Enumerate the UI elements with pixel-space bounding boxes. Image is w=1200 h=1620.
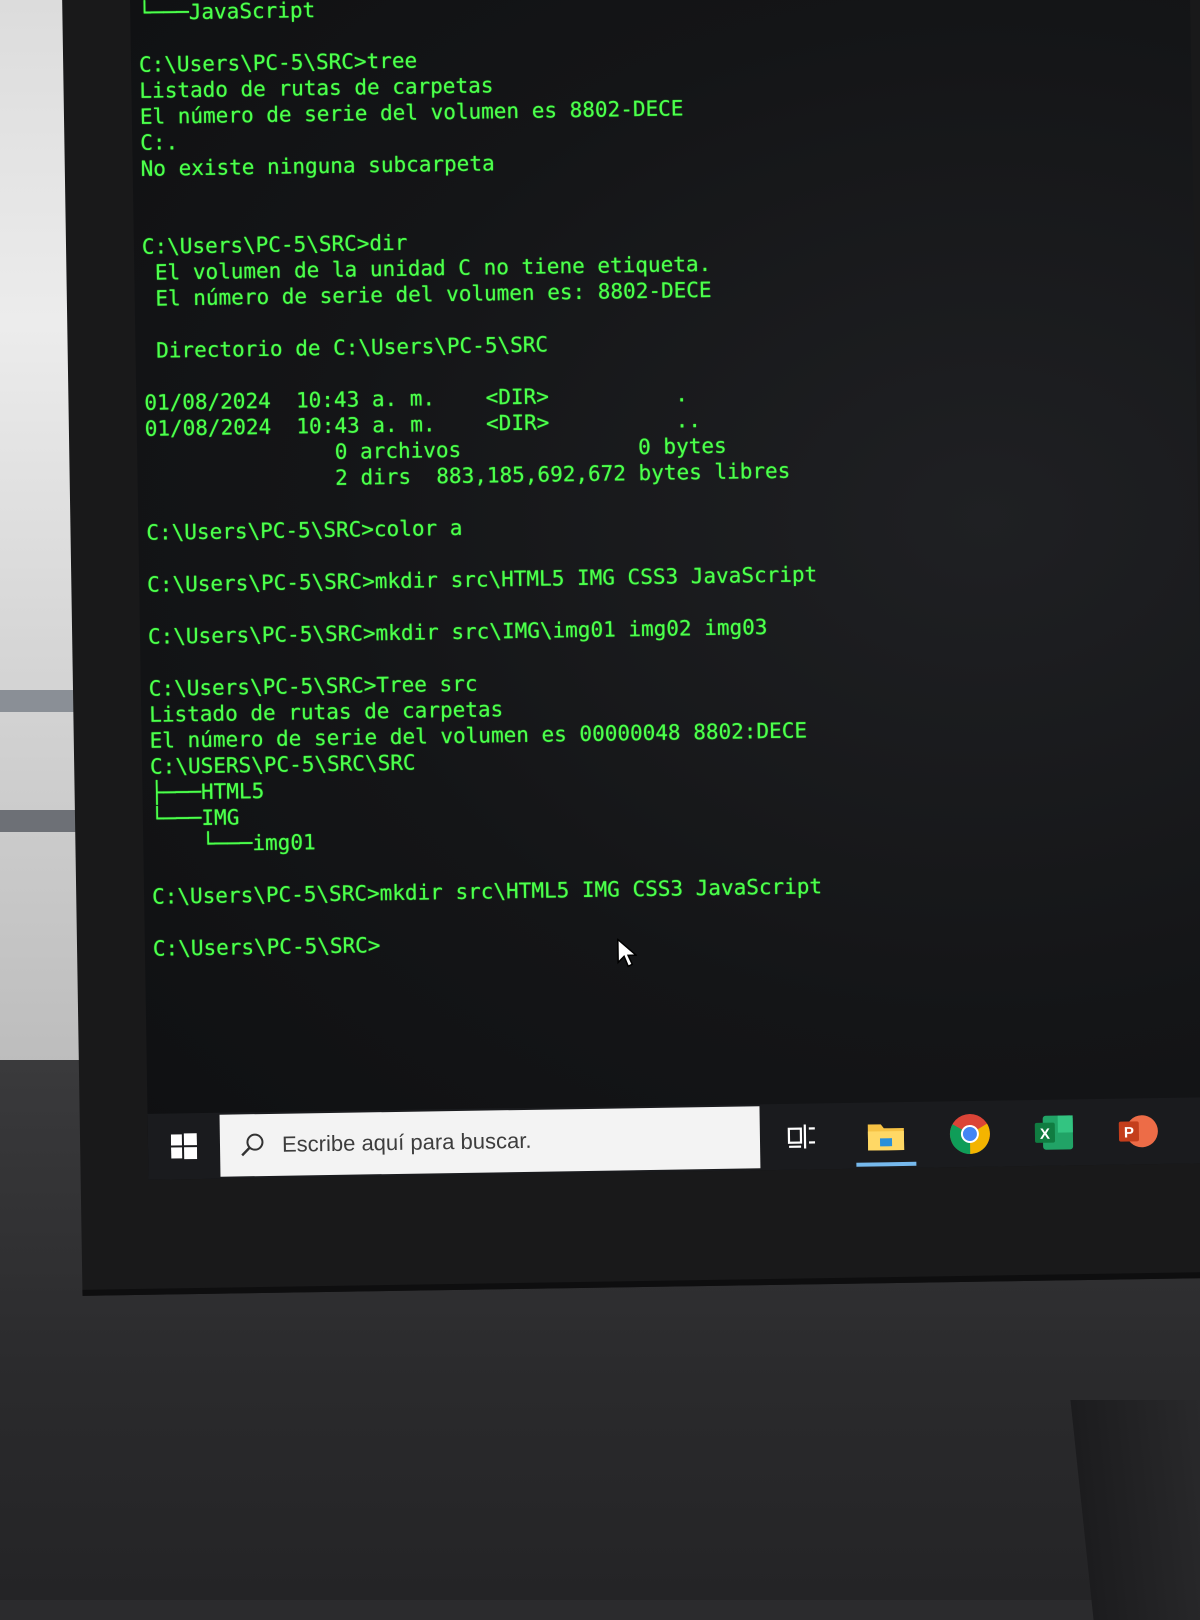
mouse-pointer-icon: [617, 938, 637, 968]
taskbar-search-box[interactable]: Escribe aquí para buscar.: [220, 1106, 761, 1176]
console-line: C:\Users\PC-5\SRC>color a: [146, 515, 462, 546]
start-button[interactable]: [147, 1113, 220, 1180]
chrome-icon: [949, 1113, 992, 1156]
console-line: C:\Users\PC-5\SRC>mkdir src\HTML5 IMG CS…: [147, 561, 817, 598]
console-line: C:.: [140, 129, 178, 156]
monitor-screen: └───JavaScriptC:\Users\PC-5\SRC>treeList…: [130, 0, 1200, 1180]
windows-start-icon: [171, 1133, 197, 1159]
chrome-button[interactable]: [927, 1100, 1012, 1167]
svg-text:X: X: [1040, 1126, 1050, 1143]
console-line: ├───HTML5: [150, 778, 264, 806]
powerpoint-button[interactable]: P: [1095, 1098, 1180, 1165]
svg-text:P: P: [1124, 1124, 1134, 1141]
console-line: └───JavaScript: [138, 0, 315, 26]
console-line: C:\USERS\PC-5\SRC\SRC: [150, 750, 416, 780]
console-line: C:\Users\PC-5\SRC>: [153, 932, 381, 962]
powerpoint-icon: P: [1117, 1112, 1160, 1151]
search-icon: [240, 1132, 266, 1158]
file-explorer-icon: [866, 1118, 907, 1153]
monitor-stand: [1070, 1400, 1200, 1620]
console-line: └───img01: [151, 829, 316, 858]
command-prompt-window[interactable]: └───JavaScriptC:\Users\PC-5\SRC>treeList…: [138, 0, 1200, 1120]
console-line: Directorio de C:\Users\PC-5\SRC: [143, 331, 548, 363]
task-view-button[interactable]: [759, 1103, 844, 1170]
excel-icon: X: [1033, 1113, 1076, 1152]
excel-button[interactable]: X: [1011, 1099, 1096, 1166]
file-explorer-button[interactable]: [843, 1102, 928, 1169]
search-placeholder: Escribe aquí para buscar.: [282, 1128, 532, 1158]
console-line: C:\Users\PC-5\SRC>mkdir src\HTML5 IMG CS…: [152, 873, 822, 910]
console-line: C:\Users\PC-5\SRC>mkdir src\IMG\img01 im…: [148, 614, 768, 650]
console-line: └───IMG: [151, 804, 240, 831]
task-view-icon: [787, 1122, 817, 1150]
console-line: No existe ninguna subcarpeta: [140, 150, 494, 182]
